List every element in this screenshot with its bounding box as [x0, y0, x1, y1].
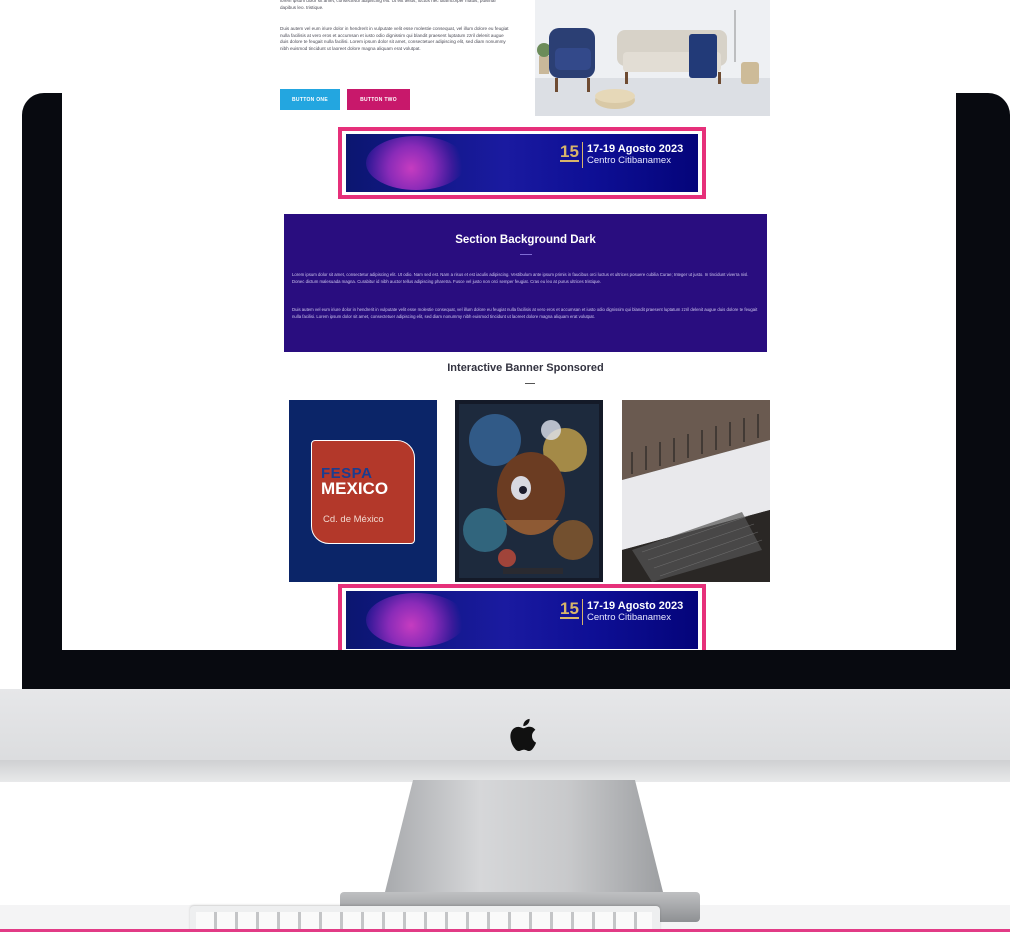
event-banner-graphic: 15 17-19 Agosto 2023 Centro Citibanamex: [346, 134, 698, 192]
top-paragraph-2: Duis autem vel eum iriure dolor in hendr…: [280, 26, 509, 51]
sponsored-title-divider: [525, 383, 535, 384]
dark-section-divider: [520, 254, 532, 255]
sponsor-card-machine[interactable]: [622, 400, 770, 582]
button-two[interactable]: BUTTON TWO: [347, 89, 410, 110]
keyboard-keys: [196, 912, 652, 930]
banner-edition-number: 15: [560, 599, 579, 619]
sponsored-section-title: Interactive Banner Sponsored: [447, 362, 604, 374]
banner-edition-number: 15: [560, 142, 579, 162]
dark-section-title: Section Background Dark: [455, 234, 596, 246]
banner-abstract-shape: [366, 593, 466, 647]
sponsor-card-fespa[interactable]: FESPA MEXICO Cd. de México: [289, 400, 437, 582]
button-one[interactable]: BUTTON ONE: [280, 89, 340, 110]
artwork-image: [455, 400, 603, 582]
sponsor-card-artwork[interactable]: [455, 400, 603, 582]
fespa-logo-badge: FESPA MEXICO Cd. de México: [311, 440, 415, 544]
event-banner-graphic: 15 17-19 Agosto 2023 Centro Citibanamex: [346, 591, 698, 649]
dark-section-paragraph-2: Duis autem vel eum iriure dolor in hendr…: [292, 307, 758, 319]
apple-icon: [510, 718, 537, 752]
printing-machine-image: [622, 400, 770, 582]
banner-dates: 17-19 Agosto 2023: [587, 143, 684, 155]
living-room-illustration: [535, 0, 770, 116]
dark-section: Section Background Dark Lorem ipsum dolo…: [284, 214, 767, 352]
dark-section-paragraph-1: Lorem ipsum dolor sit amet, consectetur …: [292, 272, 749, 284]
banner-abstract-shape: [366, 136, 466, 190]
monitor-screen: lorem ipsum dolor sit amet, consectetur …: [62, 0, 956, 650]
banner-divider: [582, 599, 583, 625]
fespa-logo-line2: MEXICO: [321, 479, 389, 498]
banner-divider: [582, 142, 583, 168]
top-paragraph-1: lorem ipsum dolor sit amet, consectetur …: [280, 0, 496, 10]
banner-venue: Centro Citibanamex: [587, 155, 671, 166]
living-room-image: [535, 0, 770, 116]
banner-dates: 17-19 Agosto 2023: [587, 600, 684, 612]
monitor-chin-edge: [0, 760, 1010, 782]
banner-venue: Centro Citibanamex: [587, 612, 671, 623]
event-banner-bottom[interactable]: 15 17-19 Agosto 2023 Centro Citibanamex: [338, 584, 706, 650]
fespa-city: Cd. de México: [323, 514, 384, 525]
event-banner-top[interactable]: 15 17-19 Agosto 2023 Centro Citibanamex: [338, 127, 706, 199]
